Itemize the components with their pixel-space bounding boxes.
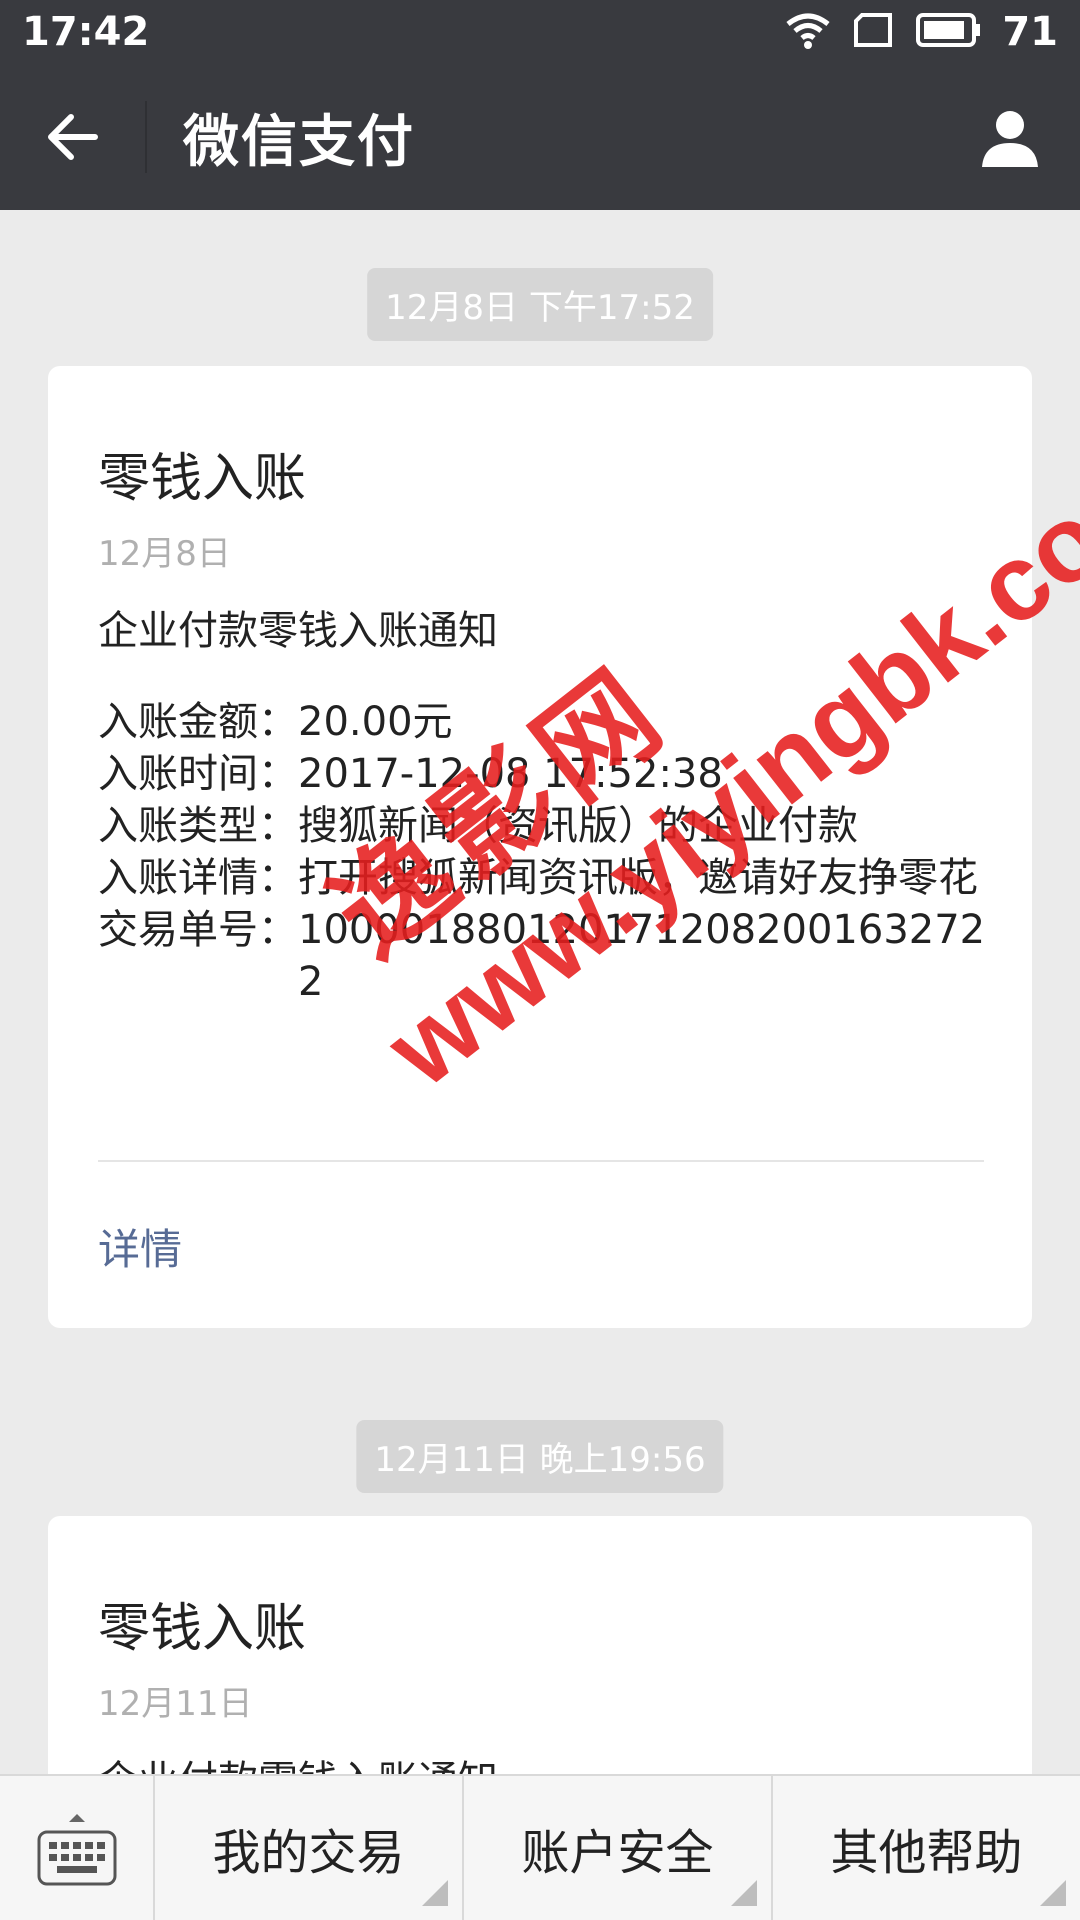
detail-link[interactable]: 详情 [98,1216,182,1277]
card-date: 12月11日 [98,1684,253,1724]
status-icons: 71 [784,9,1058,55]
status-time: 17:42 [22,9,150,55]
card-title: 零钱入账 [98,449,307,509]
menu-my-transactions[interactable]: 我的交易 [155,1776,464,1920]
menu-label: 我的交易 [212,1825,405,1881]
line-label: 入账详情： [98,855,298,901]
sim-icon [852,10,896,54]
battery-level: 71 [1002,9,1058,55]
line-label: 交易单号： [98,907,298,953]
message-list[interactable]: 12月8日 下午17:52 零钱入账 12月8日 企业付款零钱入账通知 入账金额… [0,210,1080,1774]
profile-button[interactable] [940,64,1080,210]
message-timestamp: 12月8日 下午17:52 [367,268,713,341]
menu-other-help[interactable]: 其他帮助 [773,1776,1080,1920]
line-value: 2017-12-08 17:52:38 [298,751,723,797]
title-divider [145,101,147,173]
message-card[interactable]: 零钱入账 12月11日 企业付款零钱入账通知 [48,1516,1032,1774]
type-row: 入账类型： 搜狐新闻（资讯版）的企业付款 [98,800,998,852]
menu-account-security[interactable]: 账户安全 [464,1776,773,1920]
menu-label: 其他帮助 [830,1825,1023,1881]
page-title: 微信支付 [183,109,415,175]
card-subtitle: 企业付款零钱入账通知 [98,1748,498,1774]
card-title: 零钱入账 [98,1599,307,1659]
amount-row: 入账金额： 20.00元 [98,696,998,748]
back-button[interactable] [0,64,145,210]
keyboard-toggle-button[interactable] [0,1776,155,1920]
detail-row: 入账详情： 打开搜狐新闻资讯版，邀请好友挣零花 [98,852,998,904]
title-bar: 微信支付 [0,64,1080,210]
message-card[interactable]: 零钱入账 12月8日 企业付款零钱入账通知 入账金额： 20.00元 入账时间：… [48,366,1032,1328]
message-timestamp: 12月11日 晚上19:56 [356,1420,724,1493]
battery-icon [916,12,982,52]
line-value: 20.00元 [298,699,453,745]
line-label: 入账时间： [98,751,298,797]
time-row: 入账时间： 2017-12-08 17:52:38 [98,748,998,800]
wifi-icon [784,10,832,54]
submenu-indicator-icon [1040,1880,1066,1906]
bottom-menu: 我的交易 账户安全 其他帮助 [0,1774,1080,1920]
submenu-indicator-icon [731,1880,757,1906]
keyboard-icon [37,1814,116,1886]
card-subtitle: 企业付款零钱入账通知 [98,608,498,654]
card-details: 入账金额： 20.00元 入账时间： 2017-12-08 17:52:38 入… [98,696,998,1008]
person-icon [982,111,1038,167]
submenu-indicator-icon [422,1880,448,1906]
line-label: 入账类型： [98,803,298,849]
transaction-row: 交易单号： 1000018801201712082001632722 [98,904,998,1008]
line-value: 1000018801201712082001632722 [298,907,986,1005]
menu-label: 账户安全 [521,1825,714,1881]
line-label: 入账金额： [98,699,298,745]
line-value: 搜狐新闻（资讯版）的企业付款 [298,803,858,849]
card-date: 12月8日 [98,534,231,574]
back-arrow-icon [47,114,98,160]
card-divider [98,1160,984,1162]
status-bar: 17:42 71 [0,0,1080,64]
line-value: 打开搜狐新闻资讯版，邀请好友挣零花 [298,855,978,901]
